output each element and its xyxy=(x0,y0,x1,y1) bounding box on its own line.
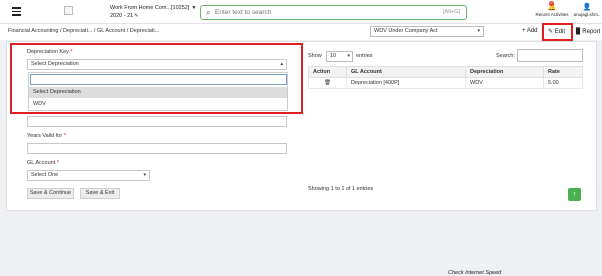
top-bar: Work From Home Com...[10252] ▼ 2020 - 21✎… xyxy=(0,0,602,24)
entries-label: entries xyxy=(356,53,373,59)
breadcrumb[interactable]: Financial Accounting / Depreciati... / G… xyxy=(8,28,159,34)
search-shortcut: [Alt+G] xyxy=(443,9,460,15)
entries-value: 10 xyxy=(330,53,337,59)
scroll-top-button[interactable]: ↑ xyxy=(568,188,581,201)
form-highlight-box xyxy=(10,43,303,114)
recent-activities-label: Recent Activities xyxy=(535,12,569,17)
internet-speed-link[interactable]: Check Internet Speed xyxy=(448,270,501,276)
search-icon: ⌕ xyxy=(206,8,211,17)
action-cell: 🗑 xyxy=(308,77,347,89)
hidden-input-field[interactable] xyxy=(27,116,287,127)
table-row: 🗑 Depreciation [400P] WDV 5.00 xyxy=(308,77,583,89)
company-logo xyxy=(64,6,73,15)
global-search[interactable]: ⌕ [Alt+G] xyxy=(200,5,467,20)
notification-badge: 0 xyxy=(549,1,554,6)
recent-activities[interactable]: 🔔 0 Recent Activities xyxy=(534,1,570,17)
company-name: Work From Home Com...[10252] xyxy=(110,5,190,11)
financial-year: 2020 - 21 xyxy=(110,13,134,19)
pencil-icon[interactable]: ✎ xyxy=(134,13,138,19)
show-label: Show xyxy=(308,53,322,59)
table-search-input[interactable] xyxy=(517,49,583,62)
search-label: Search: xyxy=(496,53,515,59)
column-header-rate[interactable]: Rate xyxy=(543,66,583,78)
data-table: Action GL Account Depreciation Rate 🗑 De… xyxy=(308,66,583,89)
report-button-label: Report xyxy=(582,29,601,35)
gl-account-cell: Depreciation [400P] xyxy=(346,77,466,89)
add-button-label: Add xyxy=(526,28,538,34)
depreciation-cell: WDV xyxy=(465,77,544,89)
gl-account-value: Select One xyxy=(31,172,59,178)
rate-cell: 5.00 xyxy=(543,77,583,89)
table-info: Showing 1 to 1 of 1 entries xyxy=(308,186,374,192)
years-valid-input[interactable] xyxy=(27,143,287,154)
save-continue-button[interactable]: Save & Continue xyxy=(27,188,74,199)
user-name: anujagl.shm.. xyxy=(573,12,601,17)
column-header-depreciation[interactable]: Depreciation xyxy=(465,66,544,78)
add-button[interactable]: + Add xyxy=(522,28,538,34)
chevron-down-icon: ▼ xyxy=(191,5,197,11)
gl-account-label: GL Account * xyxy=(27,160,59,166)
entries-select[interactable]: 10 ▾ xyxy=(326,51,353,62)
column-header-action[interactable]: Action xyxy=(308,66,347,78)
save-exit-button[interactable]: Save & Exit xyxy=(80,188,120,199)
search-input[interactable] xyxy=(215,7,415,18)
trash-icon[interactable]: 🗑 xyxy=(324,80,331,86)
sub-header: Financial Accounting / Depreciati... / G… xyxy=(0,24,602,40)
hamburger-icon[interactable] xyxy=(12,7,21,16)
bell-icon: 🔔 0 xyxy=(547,1,557,11)
user-icon: 👤 xyxy=(582,4,592,11)
user-menu[interactable]: 👤 anujagl.shm.. xyxy=(572,3,602,17)
method-select-value: WDV Under Company Act xyxy=(374,28,438,34)
column-header-gl-account[interactable]: GL Account xyxy=(346,66,466,78)
chevron-down-icon: ▾ xyxy=(347,53,350,59)
method-select[interactable]: WDV Under Company Act ▾ xyxy=(370,26,484,37)
table-header-row: Action GL Account Depreciation Rate xyxy=(308,66,583,78)
chevron-down-icon: ▾ xyxy=(143,172,146,178)
company-selector[interactable]: Work From Home Com...[10252] ▼ 2020 - 21✎ xyxy=(110,4,196,20)
gl-account-select[interactable]: Select One ▾ xyxy=(27,170,150,181)
report-button[interactable]: ▉ Report xyxy=(576,28,600,35)
edit-highlight-box xyxy=(542,23,573,41)
years-valid-label: Years Valid for * xyxy=(27,133,66,139)
arrow-up-icon: ↑ xyxy=(572,191,577,198)
chevron-down-icon: ▾ xyxy=(477,28,480,34)
